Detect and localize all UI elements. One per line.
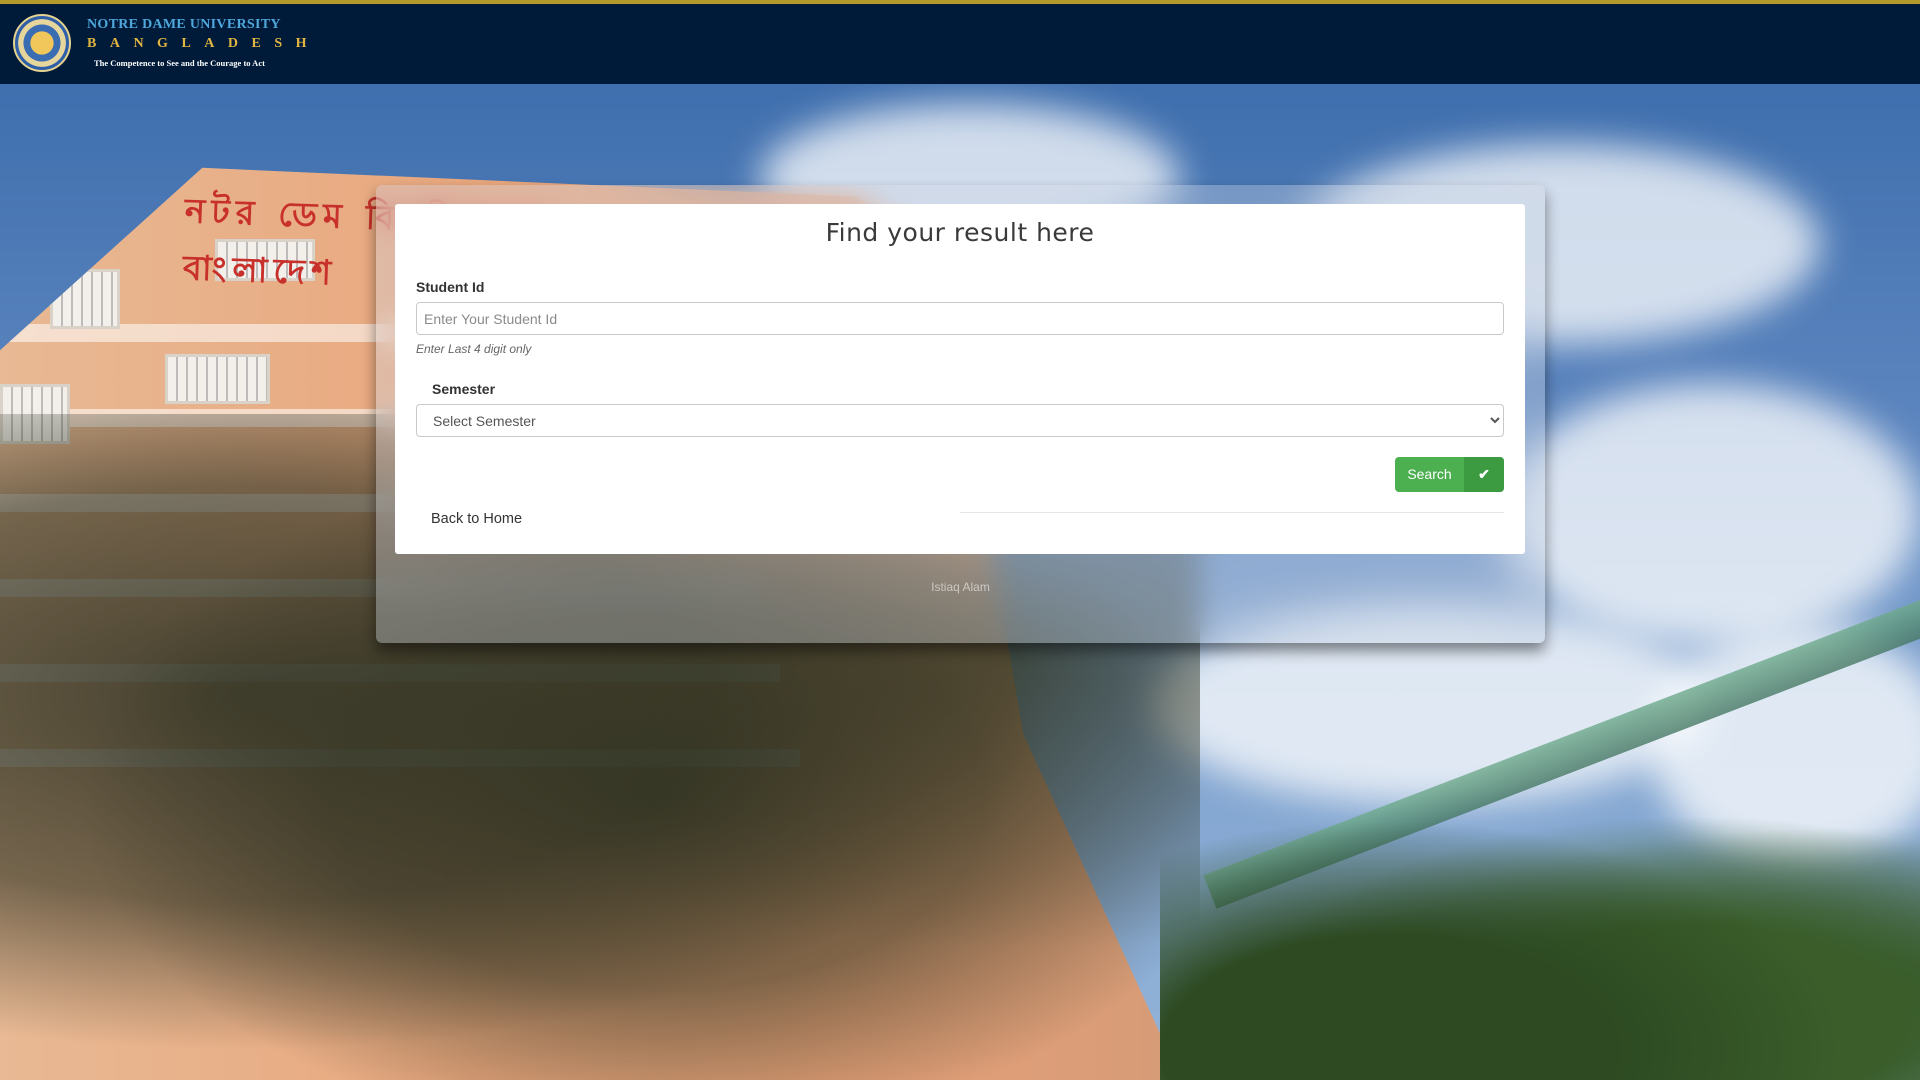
student-id-input[interactable] [416, 302, 1504, 335]
footer-credit: Istiaq Alam [931, 580, 990, 594]
search-button[interactable]: Search ✔ [1395, 457, 1504, 492]
search-button-label: Search [1407, 466, 1452, 482]
checkmark-icon: ✔ [1464, 457, 1504, 492]
result-search-card: Find your result here Student Id Enter L… [395, 204, 1525, 554]
palm-trees [1160, 780, 1920, 1080]
semester-select[interactable]: Select Semester [416, 404, 1504, 437]
brand-block[interactable]: NOTRE DAME UNIVERSITY BANGLADESH The Com… [87, 17, 320, 68]
student-id-hint: Enter Last 4 digit only [416, 342, 532, 356]
university-name: NOTRE DAME UNIVERSITY [87, 17, 281, 32]
university-country: BANGLADESH [87, 36, 321, 51]
page-title: Find your result here [825, 218, 1095, 247]
student-id-label: Student Id [416, 279, 485, 295]
semester-label: Semester [432, 381, 496, 397]
university-logo-icon[interactable] [13, 14, 71, 72]
university-motto: The Competence to See and the Courage to… [94, 58, 265, 68]
site-header: NOTRE DAME UNIVERSITY BANGLADESH The Com… [0, 0, 1920, 84]
back-to-home-link[interactable]: Back to Home [431, 511, 522, 527]
divider [960, 512, 1504, 513]
